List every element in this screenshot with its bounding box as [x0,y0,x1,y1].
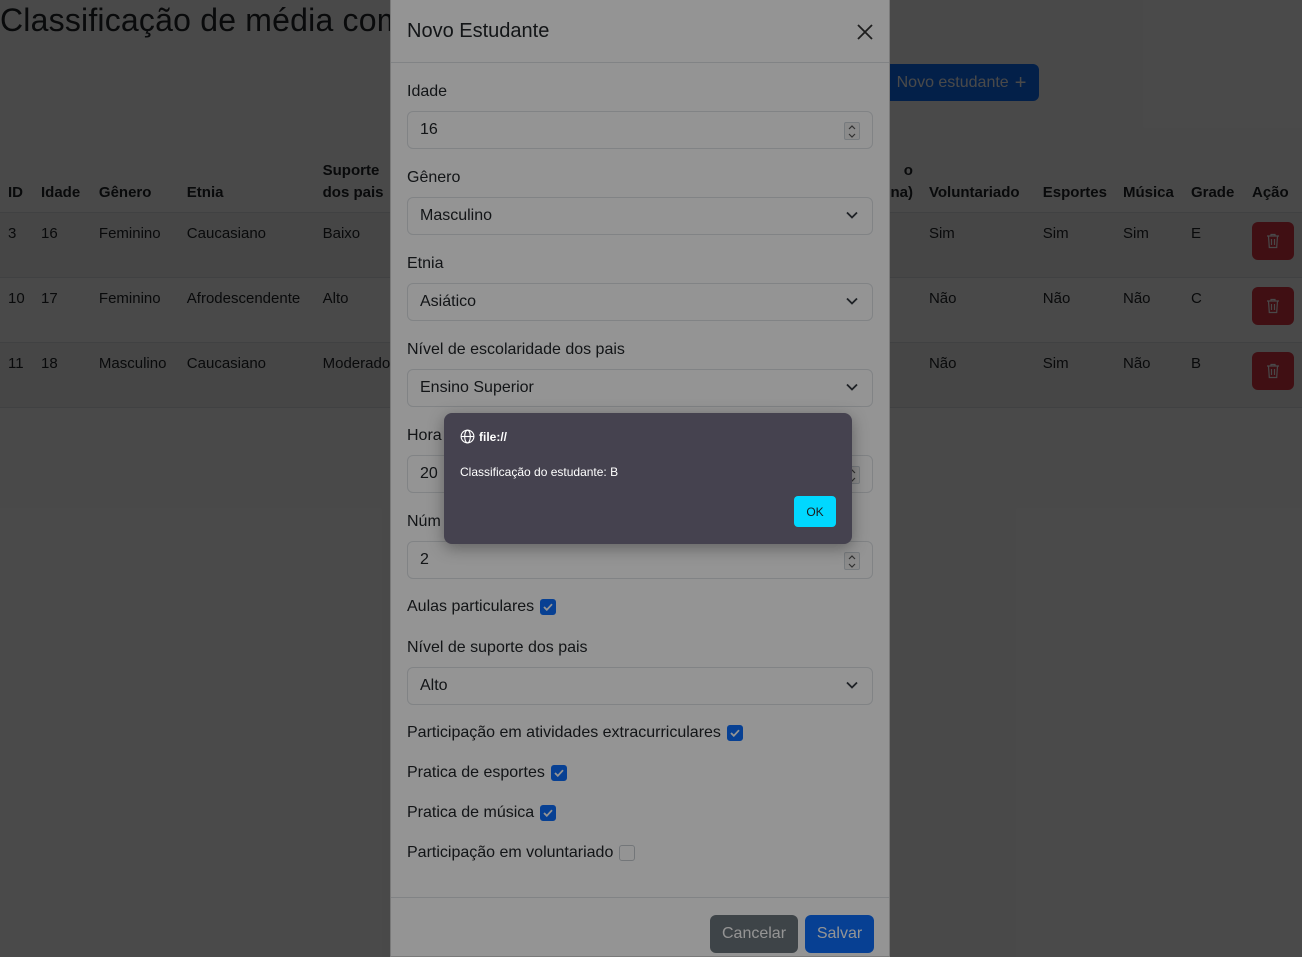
alert-origin: file:// [460,429,507,444]
globe-icon [460,429,475,444]
browser-alert-dialog: file:// Classificação do estudante: B OK [444,413,852,544]
ok-button[interactable]: OK [794,496,836,527]
alert-message: Classificação do estudante: B [460,465,619,479]
alert-origin-text: file:// [479,429,508,444]
